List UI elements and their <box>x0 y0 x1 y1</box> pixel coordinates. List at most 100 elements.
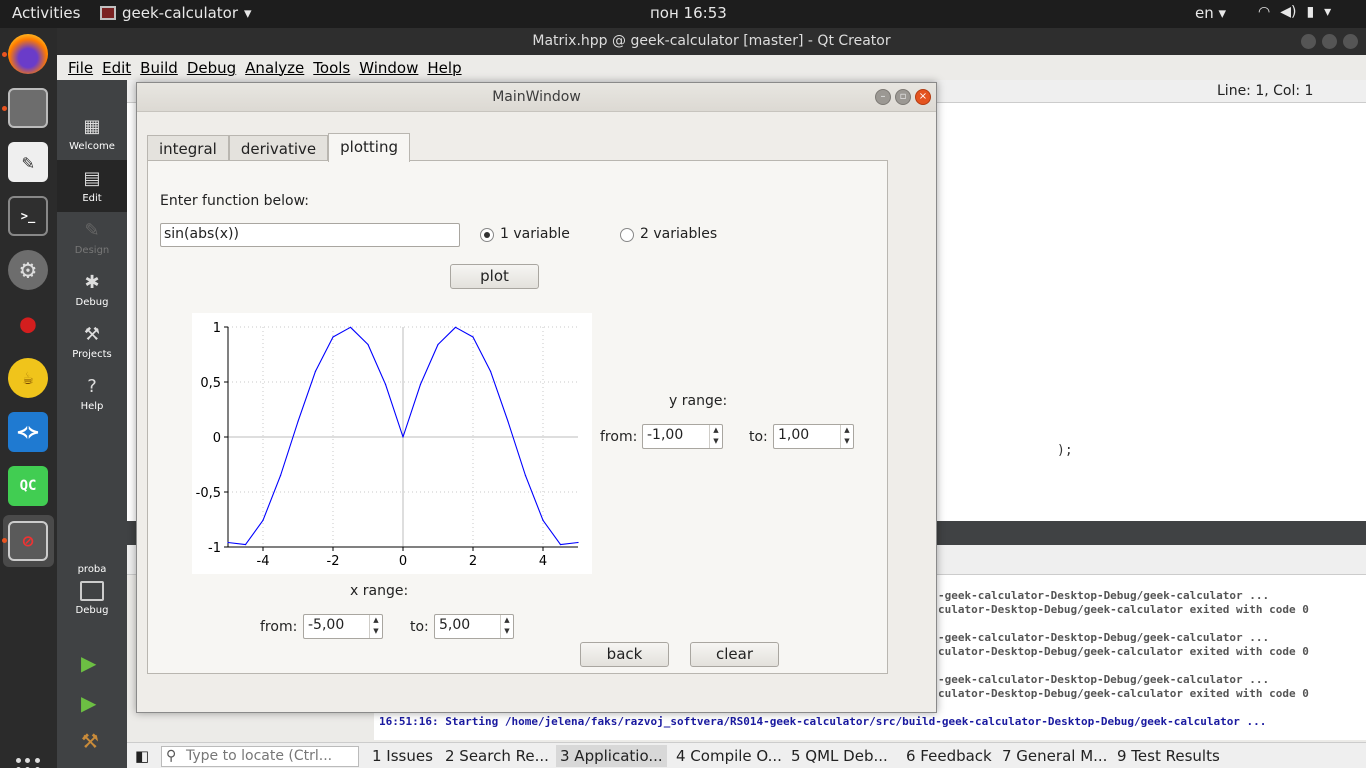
output-line: -geek-calculator-Desktop-Debug/geek-calc… <box>938 673 1270 686</box>
mode-selector: ▦ Welcome ▤ Edit ✎ Design ✱ Debug ⚒ Projects … <box>57 80 127 768</box>
function-input-value: sin(abs(x)) <box>164 226 239 242</box>
pane-application-output[interactable]: 3 Applicatio... <box>556 745 667 767</box>
kit-project: proba <box>77 564 107 575</box>
app-menu[interactable]: geek-calculator ▾ <box>100 4 252 22</box>
spin-arrows-icon[interactable]: ▲ ▼ <box>840 425 853 448</box>
close-icon[interactable]: × <box>915 89 931 105</box>
curve-point <box>262 519 264 521</box>
debug-run-icon[interactable]: ▶ <box>81 692 103 714</box>
pane-qml-debugger[interactable]: 5 QML Deb... <box>791 747 888 765</box>
y-to-value: 1,00 <box>778 427 810 443</box>
close-icon[interactable] <box>1343 34 1358 49</box>
y-tick-label: 0 <box>213 431 221 446</box>
build-hammer-icon[interactable]: ⚒ <box>81 730 103 752</box>
wrench-icon: ⚒ <box>83 324 101 345</box>
vscode-icon[interactable]: ≺≻ <box>8 412 48 452</box>
run-icon[interactable]: ▶ <box>81 652 103 674</box>
spin-arrows-icon[interactable]: ▲ ▼ <box>369 615 382 638</box>
maximize-icon[interactable]: ▫ <box>895 89 911 105</box>
function-input[interactable]: sin(abs(x)) <box>160 223 460 247</box>
keyboard-layout-label: en <box>1195 4 1214 22</box>
plot-button[interactable]: plot <box>450 264 539 289</box>
menu-window[interactable]: Window <box>358 55 426 80</box>
menu-build[interactable]: Build <box>139 55 186 80</box>
pane-general-messages[interactable]: 7 General M... <box>1002 747 1107 765</box>
pencil-icon: ✎ <box>84 220 100 241</box>
curve-point <box>314 370 317 372</box>
y-range-label: y range: <box>669 393 728 409</box>
minimize-icon[interactable] <box>1301 34 1316 49</box>
menu-help[interactable]: Help <box>426 55 469 80</box>
mode-welcome[interactable]: ▦ Welcome <box>57 108 127 160</box>
cursor-position[interactable]: Line: 1, Col: 1 <box>1217 83 1313 99</box>
y-to-label: to: <box>749 429 768 445</box>
curve-point <box>297 420 299 423</box>
maximize-icon[interactable] <box>1322 34 1337 49</box>
kit-selector[interactable]: proba Debug <box>57 564 127 616</box>
x-from-value: -5,00 <box>308 617 345 633</box>
qtcreator-icon[interactable]: QC <box>8 466 48 506</box>
x-from-spinbox[interactable]: -5,00 ▲ ▼ <box>303 614 383 639</box>
mode-label: Debug <box>75 297 109 308</box>
two-variables-radio[interactable] <box>620 228 634 242</box>
tab-derivative[interactable]: derivative <box>228 135 329 161</box>
curve-point <box>332 336 334 338</box>
chevron-down-icon: ▾ <box>244 4 252 22</box>
show-applications-icon[interactable] <box>16 758 40 768</box>
one-variable-radio[interactable] <box>480 228 494 242</box>
running-indicator <box>2 106 7 111</box>
cherry-app-icon[interactable]: ● <box>8 304 48 344</box>
wifi-icon: ◠ <box>1258 4 1271 20</box>
clock[interactable]: пон 16:53 <box>650 4 727 22</box>
mode-help[interactable]: ? Help <box>57 368 127 420</box>
pane-search-results[interactable]: 2 Search Re... <box>445 747 549 765</box>
tab-plotting[interactable]: plotting <box>328 133 410 162</box>
status-bar: ◧ ⚲ Type to locate (Ctrl... 1 Issues 2 S… <box>127 742 1366 768</box>
locator-input[interactable]: ⚲ Type to locate (Ctrl... <box>161 746 359 767</box>
mode-projects[interactable]: ⚒ Projects <box>57 316 127 368</box>
settings-icon[interactable]: ⚙ <box>8 250 48 290</box>
y-to-spinbox[interactable]: 1,00 ▲ ▼ <box>773 424 854 449</box>
output-line: culator-Desktop-Debug/geek-calculator ex… <box>938 687 1309 700</box>
minimize-icon[interactable]: – <box>875 89 891 105</box>
menu-analyze[interactable]: Analyze <box>244 55 312 80</box>
keyboard-layout-indicator[interactable]: en ▾ <box>1195 4 1226 22</box>
y-from-spinbox[interactable]: -1,00 ▲ ▼ <box>642 424 723 449</box>
spin-arrows-icon[interactable]: ▲ ▼ <box>500 615 513 638</box>
x-to-spinbox[interactable]: 5,00 ▲ ▼ <box>434 614 514 639</box>
clear-button[interactable]: clear <box>690 642 779 667</box>
pane-issues[interactable]: 1 Issues <box>372 747 433 765</box>
search-icon: ⚲ <box>166 748 177 764</box>
curve-point <box>227 541 229 544</box>
qtcreator-window-title: Matrix.hpp @ geek-calculator [master] - … <box>532 33 891 49</box>
document-icon: ▤ <box>83 168 101 189</box>
output-line: -geek-calculator-Desktop-Debug/geek-calc… <box>938 589 1270 602</box>
x-to-value: 5,00 <box>439 617 471 633</box>
mode-debug[interactable]: ✱ Debug <box>57 264 127 316</box>
menu-tools[interactable]: Tools <box>312 55 358 80</box>
file-manager-icon[interactable] <box>8 88 48 128</box>
menu-file[interactable]: File <box>67 55 101 80</box>
system-tray[interactable]: ◠ ◀) ▮ ▾ <box>1258 4 1331 20</box>
text-editor-icon[interactable]: ✎ <box>8 142 48 182</box>
firefox-icon[interactable] <box>8 34 48 74</box>
terminal-icon[interactable]: >_ <box>8 196 48 236</box>
activities-button[interactable]: Activities <box>12 4 80 22</box>
mode-edit[interactable]: ▤ Edit <box>57 160 127 212</box>
pane-feedback[interactable]: 6 Feedback <box>906 747 992 765</box>
bug-icon: ✱ <box>84 272 100 293</box>
tab-integral[interactable]: integral <box>147 135 229 161</box>
locator-placeholder: Type to locate (Ctrl... <box>186 748 333 764</box>
geek-calculator-app-icon[interactable]: ⊘ <box>8 521 48 561</box>
spin-arrows-icon[interactable]: ▲ ▼ <box>709 425 722 448</box>
back-button[interactable]: back <box>580 642 669 667</box>
pane-compile-output[interactable]: 4 Compile O... <box>676 747 782 765</box>
toggle-sidebar-icon[interactable]: ◧ <box>135 747 149 765</box>
pane-test-results[interactable]: 9 Test Results <box>1117 747 1220 765</box>
teapot-app-icon[interactable]: ☕ <box>8 358 48 398</box>
mode-design[interactable]: ✎ Design <box>57 212 127 264</box>
clear-button-label: clear <box>715 645 753 663</box>
menu-debug[interactable]: Debug <box>186 55 244 80</box>
x-range-label: x range: <box>350 583 409 599</box>
menu-edit[interactable]: Edit <box>101 55 139 80</box>
